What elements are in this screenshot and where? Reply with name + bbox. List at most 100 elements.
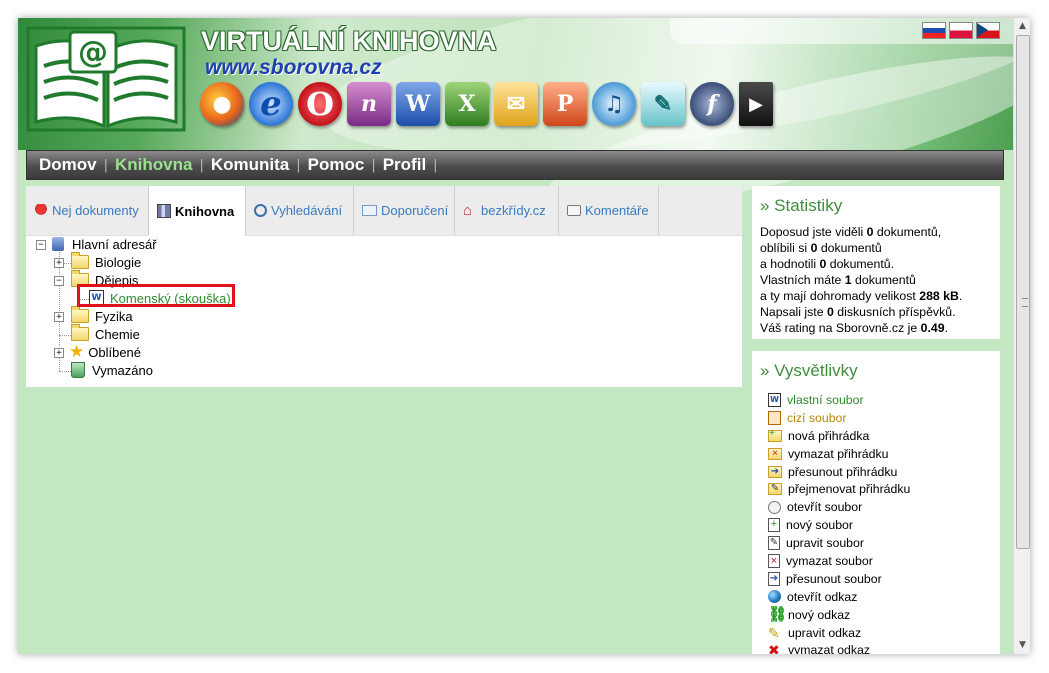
- stats-line: oblíbili si 0 dokumentů: [760, 241, 882, 255]
- statistics-text: Doposud jste viděli 0 dokumentů, oblíbil…: [760, 224, 962, 336]
- nav-knihovna[interactable]: Knihovna: [115, 155, 192, 175]
- own-file-icon: W: [768, 392, 781, 407]
- tab-bezkridy[interactable]: ⌂ bezkřídy.cz: [455, 186, 559, 235]
- move-folder-icon: ➔: [768, 465, 782, 478]
- tab-label: Doporučení: [381, 203, 449, 218]
- czech-flag-icon[interactable]: [976, 22, 1000, 39]
- legend-item: × vymazat soubor: [768, 552, 910, 570]
- itunes-icon: ♫: [592, 82, 636, 126]
- nav-separator: |: [433, 157, 438, 173]
- nav-komunita[interactable]: Komunita: [211, 155, 289, 175]
- excel-icon: X: [445, 82, 489, 126]
- statistics-title: » Statistiky: [760, 196, 843, 215]
- legend-item: × vymazat přihrádku: [768, 445, 910, 463]
- legend-item: otevřít odkaz: [768, 588, 910, 606]
- collapse-toggle[interactable]: −: [36, 240, 46, 250]
- tree-item-label: Chemie: [95, 326, 140, 342]
- site-header: @ VIRTUÁLNÍ KNIHOVNA www.sborovna.cz ● e…: [18, 18, 1030, 240]
- tab-bar: Nej dokumenty Knihovna Vyhledávání Dopor…: [26, 186, 742, 236]
- legend-item: W vlastní soubor: [768, 391, 910, 409]
- nav-domov[interactable]: Domov: [39, 155, 97, 175]
- comments-icon: [567, 205, 581, 216]
- delete-folder-icon: ×: [768, 447, 782, 460]
- legend-item: ➔ přesunout přihrádku: [768, 463, 910, 481]
- edit-link-icon: ✎: [768, 624, 780, 641]
- tab-label: bezkřídy.cz: [481, 203, 546, 218]
- stats-line: a hodnotili 0 dokumentů.: [760, 257, 895, 271]
- tree-item-biologie[interactable]: Biologie: [71, 252, 142, 271]
- tree-root-label: Hlavní adresář: [72, 236, 157, 252]
- polish-flag-icon[interactable]: [949, 22, 973, 39]
- feather-icon: ✎: [641, 82, 685, 126]
- legend-item: ✎ upravit soubor: [768, 536, 864, 551]
- star-icon: ★: [69, 342, 85, 361]
- site-url[interactable]: www.sborovna.cz: [205, 56, 382, 80]
- library-logo-icon[interactable]: @: [26, 26, 186, 132]
- tab-doporuceni[interactable]: Doporučení: [354, 186, 455, 235]
- flash-icon: f: [690, 82, 734, 126]
- site-title: VIRTUÁLNÍ KNIHOVNA: [201, 26, 497, 56]
- tab-label: Komentáře: [585, 203, 649, 218]
- stats-line: Váš rating na Sborovně.cz je 0.49.: [760, 321, 948, 335]
- nav-separator: |: [199, 157, 204, 173]
- legend-item: otevřít soubor: [768, 498, 910, 516]
- legend-title: » Vysvětlivky: [760, 361, 858, 380]
- folder-icon: [71, 324, 89, 341]
- award-icon: [34, 203, 48, 218]
- search-icon: [254, 204, 267, 217]
- vertical-scrollbar[interactable]: ▲ ▼: [1013, 18, 1030, 654]
- expand-toggle[interactable]: +: [54, 312, 64, 322]
- collapse-toggle[interactable]: −: [54, 276, 64, 286]
- folder-icon: [71, 306, 89, 323]
- scrollbar-thumb[interactable]: [1016, 35, 1030, 549]
- browser-viewport: @ VIRTUÁLNÍ KNIHOVNA www.sborovna.cz ● e…: [18, 18, 1030, 654]
- expand-toggle[interactable]: +: [54, 348, 64, 358]
- main-navigation: Domov | Knihovna | Komunita | Pomoc | Pr…: [26, 150, 1004, 180]
- svg-text:@: @: [78, 35, 108, 70]
- firefox-icon: ●: [200, 82, 244, 126]
- nav-profil[interactable]: Profil: [383, 155, 426, 175]
- scroll-up-icon[interactable]: ▲: [1014, 18, 1030, 35]
- slovak-flag-icon[interactable]: [922, 22, 946, 39]
- app-icon-row: ● e O n W X ✉ P ♫ ✎ f ▶: [200, 82, 773, 130]
- tab-knihovna[interactable]: Knihovna: [149, 186, 246, 236]
- opera-icon: O: [298, 82, 342, 126]
- stats-line: Doposud jste viděli 0 dokumentů,: [760, 225, 942, 239]
- tab-label: Vyhledávání: [271, 203, 343, 218]
- tree-item-vymazano[interactable]: Vymazáno: [71, 361, 153, 379]
- expand-toggle[interactable]: +: [54, 258, 64, 268]
- tab-label: Nej dokumenty: [52, 203, 139, 218]
- tree-root[interactable]: Hlavní adresář: [52, 235, 157, 253]
- tab-nej-dokumenty[interactable]: Nej dokumenty: [26, 186, 149, 235]
- legend-item: ⛓ nový odkaz: [768, 605, 851, 623]
- rename-folder-icon: ✎: [768, 483, 782, 496]
- tree-item-fyzika[interactable]: Fyzika: [71, 306, 133, 325]
- powerpoint-icon: P: [543, 82, 587, 126]
- scrollbar-grip-icon: [1022, 298, 1028, 307]
- internet-explorer-icon: e: [249, 82, 293, 126]
- tree-item-label: Oblíbené: [88, 344, 142, 360]
- legend-item: + nový soubor: [768, 516, 910, 534]
- stats-line: Vlastních máte 1 dokumentů: [760, 273, 916, 287]
- tree-line: [59, 371, 71, 372]
- selection-highlight: [77, 284, 235, 307]
- tab-vyhledavani[interactable]: Vyhledávání: [246, 186, 354, 235]
- tree-item-label: Fyzika: [95, 308, 133, 324]
- tree-item-oblibene[interactable]: ★ Oblíbené: [69, 343, 141, 361]
- nav-separator: |: [103, 157, 109, 173]
- new-file-icon: +: [768, 518, 780, 533]
- edit-file-icon: ✎: [768, 536, 780, 551]
- tree-item-label: Biologie: [95, 254, 142, 270]
- legend-item: ✎ upravit odkaz: [768, 624, 862, 641]
- onenote-icon: n: [347, 82, 391, 126]
- scroll-down-icon[interactable]: ▼: [1014, 637, 1030, 654]
- tree-item-chemie[interactable]: Chemie: [71, 324, 140, 343]
- tree-line: [59, 335, 71, 336]
- envelope-icon: [362, 205, 377, 216]
- library-icon: [157, 204, 171, 218]
- nav-pomoc[interactable]: Pomoc: [308, 155, 365, 175]
- tree-item-label: Vymazáno: [92, 362, 153, 378]
- nav-separator: |: [296, 157, 301, 173]
- recycle-bin-icon: [71, 362, 85, 378]
- tab-komentare[interactable]: Komentáře: [559, 186, 659, 235]
